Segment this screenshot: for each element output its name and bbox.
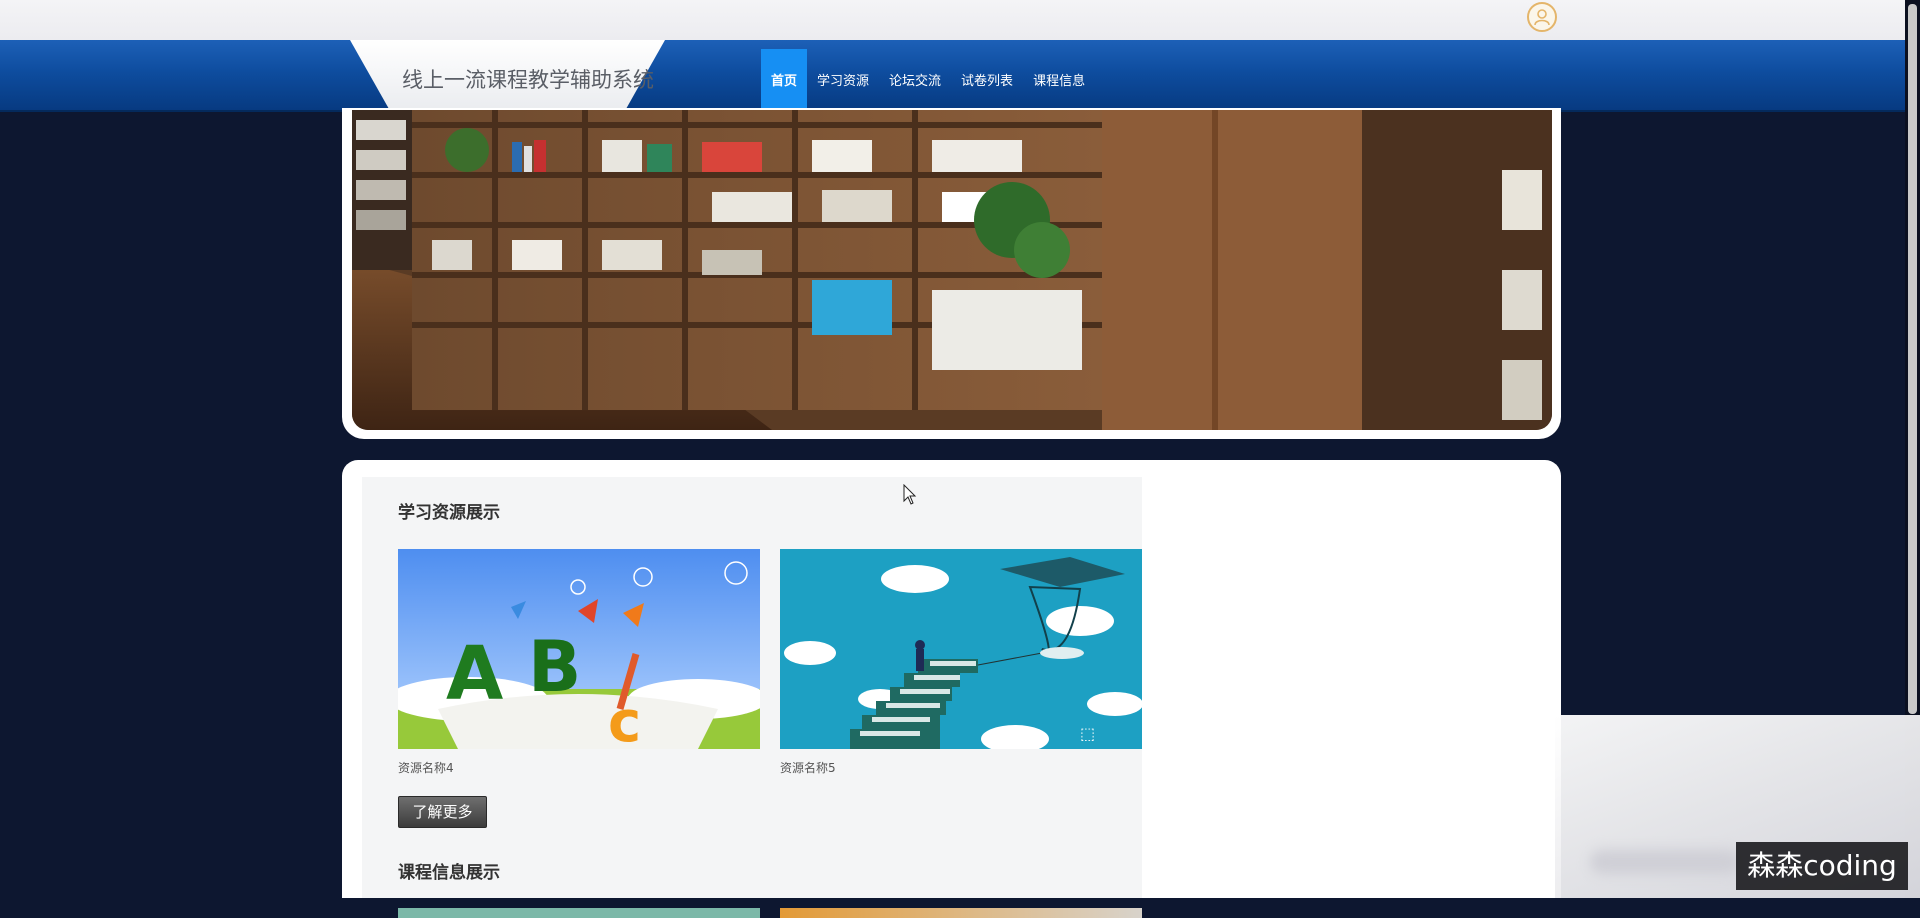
site-title: 线上一流课程教学辅助系统 [402, 68, 654, 92]
svg-text:⬚: ⬚ [1080, 724, 1095, 743]
course-card-thumbnail[interactable] [780, 908, 1142, 918]
resource-name: 资源名称4 [398, 761, 454, 775]
nav-menu: 首页 学习资源 论坛交流 试卷列表 课程信息 [761, 49, 1095, 110]
content-panel: 学习资源展示 A B c 资源名称4 ⬚ 资源名称5 了解更多 课程信息展示 [342, 460, 1561, 918]
resource-name: 资源名称5 [780, 761, 836, 775]
resource-stairs-image: ⬚ [780, 549, 1142, 749]
resource-card[interactable]: ⬚ 资源名称5 [780, 549, 1142, 776]
nav-item-forum[interactable]: 论坛交流 [879, 49, 951, 110]
hero-banner [342, 108, 1561, 439]
resource-card[interactable]: A B c 资源名称4 [398, 549, 760, 776]
resource-abc-image: A B c [398, 549, 760, 749]
scrollbar-thumb[interactable] [1908, 4, 1917, 714]
learn-more-button[interactable]: 了解更多 [398, 796, 487, 828]
courses-section-title: 课程信息展示 [398, 863, 500, 883]
bookshelf-banner-image [352, 110, 1552, 430]
nav-item-course-info[interactable]: 课程信息 [1023, 49, 1095, 110]
course-card-thumbnail[interactable] [398, 908, 760, 918]
user-icon[interactable] [1527, 2, 1557, 32]
mouse-cursor-icon [903, 484, 917, 505]
nav-item-home[interactable]: 首页 [761, 49, 808, 110]
resources-section-title: 学习资源展示 [398, 503, 500, 523]
top-utility-bar [0, 0, 1920, 40]
watermark: 森森coding [1736, 842, 1908, 890]
svg-text:B: B [528, 626, 581, 708]
nav-item-learning-resources[interactable]: 学习资源 [807, 49, 879, 110]
svg-text:A: A [446, 631, 503, 717]
blurred-text-smudge [1590, 850, 1740, 874]
nav-item-exam-list[interactable]: 试卷列表 [951, 49, 1023, 110]
showcase-column: 学习资源展示 A B c 资源名称4 ⬚ 资源名称5 了解更多 课程信息展示 [362, 477, 1142, 918]
